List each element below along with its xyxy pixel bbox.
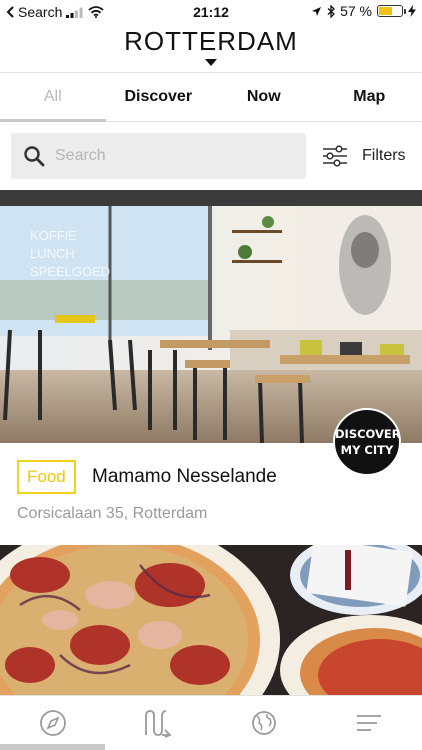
place-address: Corsicalaan 35, Rotterdam	[17, 505, 208, 522]
status-bar: Search 21:12 57 %	[0, 0, 422, 24]
bottom-tab-bar	[0, 695, 422, 750]
charging-bolt-icon	[408, 5, 416, 17]
tab-discover[interactable]: Discover	[106, 73, 212, 121]
svg-text:KOFFIE: KOFFIE	[30, 228, 77, 243]
status-right: 57 %	[311, 3, 416, 19]
svg-text:SPEELGOED: SPEELGOED	[30, 264, 110, 279]
tab-now[interactable]: Now	[211, 73, 317, 121]
card-image-pizza[interactable]	[0, 545, 422, 695]
location-arrow-icon	[312, 6, 322, 16]
pizza-photo	[0, 545, 422, 695]
battery-icon	[377, 5, 406, 17]
search-input[interactable]	[55, 147, 285, 165]
badge-line-1: DISCOVER	[335, 427, 401, 441]
filters-label: Filters	[362, 147, 406, 164]
place-card[interactable]: Food Mamamo Nesselande Corsicalaan 35, R…	[0, 443, 422, 545]
svg-text:LUNCH: LUNCH	[30, 246, 75, 261]
search-box[interactable]	[11, 133, 306, 179]
card-image-restaurant[interactable]: KOFFIE LUNCH SPEELGOED	[0, 190, 422, 443]
category-tag: Food	[17, 460, 76, 494]
battery-percent: 57 %	[340, 3, 372, 19]
compass-icon	[39, 710, 66, 736]
bottom-tab-explore[interactable]	[0, 696, 106, 750]
city-title[interactable]: ROTTERDAM	[0, 26, 422, 57]
bottom-tab-routes[interactable]	[106, 696, 212, 750]
routes-icon	[145, 710, 172, 738]
city-dropdown-caret-icon[interactable]	[205, 59, 217, 66]
search-icon	[24, 146, 45, 167]
category-tabs: All Discover Now Map	[0, 72, 422, 122]
tab-map[interactable]: Map	[317, 73, 422, 121]
bottom-tab-menu[interactable]	[317, 696, 422, 750]
tab-all[interactable]: All	[0, 73, 106, 122]
bottom-tab-world[interactable]	[211, 696, 317, 750]
filters-button[interactable]: Filters	[322, 133, 406, 179]
city-header[interactable]: ROTTERDAM	[0, 24, 422, 72]
globe-icon	[251, 711, 276, 735]
bottom-tab-active-indicator	[0, 744, 105, 750]
battery-level	[379, 7, 392, 15]
sliders-icon	[323, 145, 347, 167]
place-name[interactable]: Mamamo Nesselande	[92, 466, 277, 488]
restaurant-photo: KOFFIE LUNCH SPEELGOED	[0, 190, 422, 443]
search-row: Filters	[0, 133, 422, 179]
bluetooth-icon	[327, 4, 336, 18]
menu-icon	[357, 715, 382, 731]
